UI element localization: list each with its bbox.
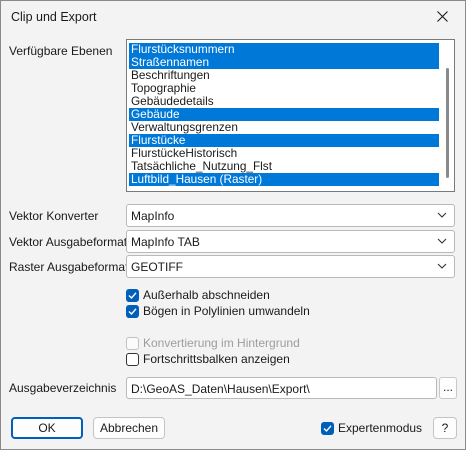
checkbox-box: [126, 304, 139, 318]
ok-button[interactable]: OK: [11, 417, 83, 439]
chevron-down-icon: [437, 212, 447, 218]
clip-outside-label: Außerhalb abschneiden: [143, 288, 270, 302]
checkbox-box: [126, 288, 139, 302]
raster-format-select[interactable]: GEOTIFF: [126, 255, 455, 278]
raster-format-label: Raster Ausgabeformat: [9, 260, 129, 274]
chevron-down-icon: [437, 238, 447, 244]
raster-format-value: GEOTIFF: [131, 260, 183, 274]
vector-converter-label: Vektor Konverter: [9, 209, 99, 223]
checkmark-icon: [323, 424, 332, 432]
background-conversion-checkbox: Konvertierung im Hintergrund: [126, 336, 300, 350]
vector-converter-value: MapInfo: [131, 209, 175, 223]
show-progress-checkbox[interactable]: Fortschrittsbalken anzeigen: [126, 352, 290, 366]
checkmark-icon: [128, 307, 137, 315]
help-button[interactable]: ?: [433, 417, 457, 439]
list-item[interactable]: Luftbild_Hausen (Raster): [129, 173, 439, 186]
close-icon: [436, 11, 448, 22]
scrollbar-thumb[interactable]: [446, 68, 449, 178]
chevron-down-icon: [437, 263, 447, 269]
clip-export-dialog: Clip und Export Verfügbare Ebenen Flurst…: [0, 0, 466, 450]
output-dir-input[interactable]: D:\GeoAS_Daten\Hausen\Export\: [126, 377, 437, 399]
vector-converter-select[interactable]: MapInfo: [126, 204, 455, 227]
checkbox-box: [126, 336, 139, 350]
arcs-to-polylines-label: Bögen in Polylinien umwandeln: [143, 304, 310, 318]
expert-mode-label: Expertenmodus: [338, 421, 423, 435]
browse-button[interactable]: ...: [439, 377, 457, 399]
background-conversion-label: Konvertierung im Hintergrund: [143, 336, 300, 350]
cancel-button[interactable]: Abbrechen: [93, 417, 165, 439]
layers-label: Verfügbare Ebenen: [9, 44, 113, 58]
arcs-to-polylines-checkbox[interactable]: Bögen in Polylinien umwandeln: [126, 304, 310, 318]
layers-scrollbar[interactable]: [443, 42, 453, 189]
clip-outside-checkbox[interactable]: Außerhalb abschneiden: [126, 288, 270, 302]
expert-mode-checkbox[interactable]: Expertenmodus: [321, 421, 422, 435]
title-bar: Clip und Export: [1, 1, 465, 32]
checkbox-box: [321, 421, 334, 435]
vector-format-value: MapInfo TAB: [131, 235, 200, 249]
window-title: Clip und Export: [11, 10, 97, 24]
vector-format-select[interactable]: MapInfo TAB: [126, 230, 455, 253]
show-progress-label: Fortschrittsbalken anzeigen: [143, 352, 290, 366]
output-dir-value: D:\GeoAS_Daten\Hausen\Export\: [131, 382, 310, 396]
vector-format-label: Vektor Ausgabeformat: [9, 235, 128, 249]
checkmark-icon: [128, 291, 137, 299]
layers-listbox[interactable]: Flurstücksnummern Straßennamen Beschriftun…: [126, 39, 455, 192]
close-button[interactable]: [419, 1, 465, 32]
checkbox-box: [126, 352, 139, 366]
output-dir-label: Ausgabeverzeichnis: [9, 381, 117, 395]
